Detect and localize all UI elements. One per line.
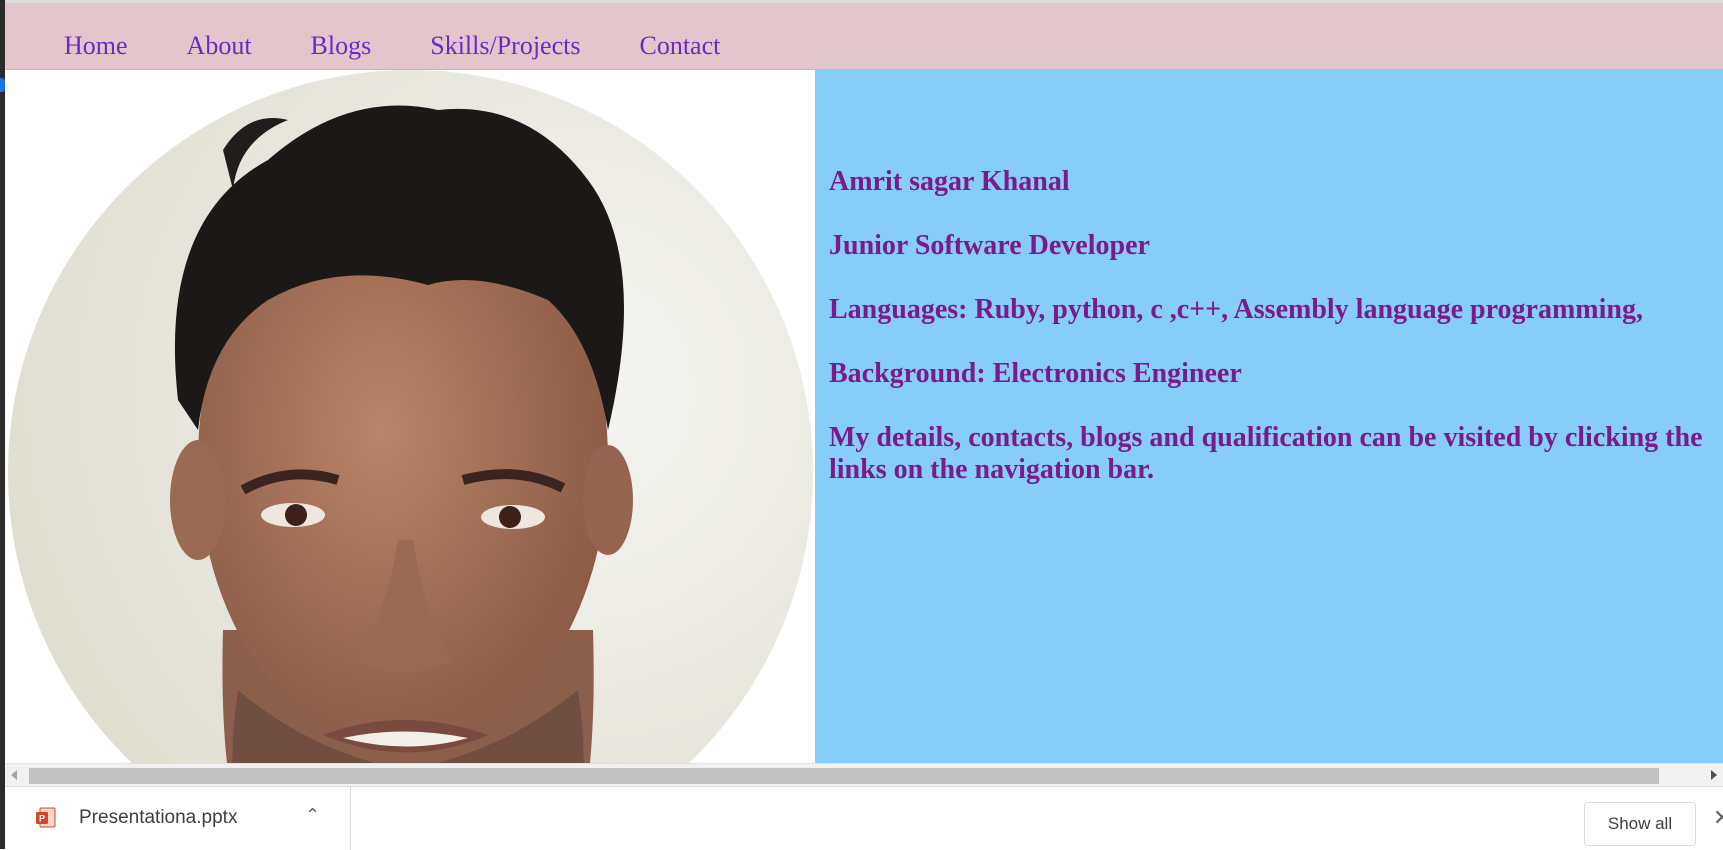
horizontal-scrollbar[interactable] <box>5 763 1723 786</box>
downloads-bar: P Presentationa.pptx ⌃ Show all ✕ <box>5 786 1723 850</box>
show-all-button[interactable]: Show all <box>1584 802 1696 846</box>
nav-link-skills-projects[interactable]: Skills/Projects <box>430 31 580 60</box>
chevron-up-icon[interactable]: ⌃ <box>305 805 320 826</box>
nav-link-blogs[interactable]: Blogs <box>311 31 372 60</box>
powerpoint-file-icon: P <box>35 807 57 829</box>
scroll-right-arrow-icon[interactable] <box>1711 770 1717 780</box>
profile-details: My details, contacts, blogs and qualific… <box>829 422 1703 485</box>
profile-photo <box>8 70 813 763</box>
profile-background: Background: Electronics Engineer <box>829 358 1242 389</box>
nav-link-home[interactable]: Home <box>64 31 128 60</box>
profile-name: Amrit sagar Khanal <box>829 166 1070 197</box>
download-file-name: Presentationa.pptx <box>79 807 238 828</box>
nav-list: Home About Blogs Skills/Projects Contact <box>64 31 779 61</box>
intro-panel: Amrit sagar Khanal Junior Software Devel… <box>815 70 1723 763</box>
intro-text: Amrit sagar Khanal Junior Software Devel… <box>829 166 1723 518</box>
profile-role: Junior Software Developer <box>829 230 1150 261</box>
scrollbar-thumb[interactable] <box>29 768 1659 784</box>
page-viewport: Home About Blogs Skills/Projects Contact <box>5 3 1723 763</box>
nav-link-contact[interactable]: Contact <box>639 31 720 60</box>
profile-languages: Languages: Ruby, python, c ,c++, Assembl… <box>829 294 1643 325</box>
close-icon[interactable]: ✕ <box>1713 805 1723 831</box>
download-item[interactable]: P Presentationa.pptx ⌃ <box>5 787 351 850</box>
scroll-left-arrow-icon[interactable] <box>11 770 17 780</box>
svg-text:P: P <box>39 814 45 824</box>
profile-photo-area <box>5 70 815 763</box>
nav-link-about[interactable]: About <box>187 31 252 60</box>
navigation-bar: Home About Blogs Skills/Projects Contact <box>5 3 1723 70</box>
